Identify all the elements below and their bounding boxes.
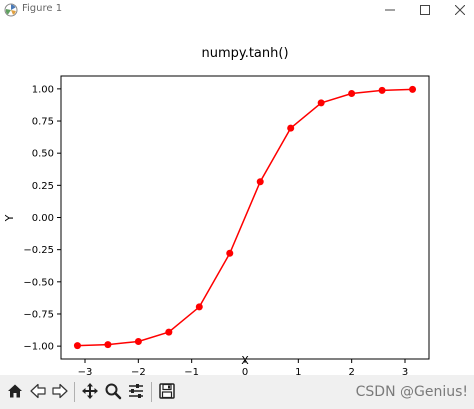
save-button[interactable] [156,380,178,402]
x-axis-label: X [241,354,249,367]
y-tick-label: −0.50 [23,277,54,288]
home-button[interactable] [4,380,26,402]
toolbar-separator [74,382,75,402]
y-tick-label: 1.00 [32,84,54,95]
back-button[interactable] [27,380,49,402]
y-tick-label: 0.00 [32,213,54,224]
y-tick-label: −1.00 [23,342,54,353]
data-point [134,338,142,346]
watermark-text: CSDN @Genius! [355,384,468,400]
data-point [195,303,203,311]
arrow-left-icon [30,383,46,399]
x-tick-label: −1 [184,367,199,375]
minimize-button[interactable] [375,0,405,20]
zoom-button[interactable] [102,380,124,402]
close-button[interactable] [445,0,474,20]
data-point [348,89,356,97]
move-icon [82,383,98,399]
data-point [378,86,386,94]
data-point [226,249,234,257]
toolbar-separator [151,382,152,402]
x-tick-label: −2 [131,367,146,375]
y-axis-label: Y [3,214,16,222]
y-tick-label: 0.75 [32,117,54,128]
maximize-icon [420,5,430,15]
y-tick-label: 0.25 [32,181,54,192]
y-tick-label: −0.75 [23,309,54,320]
forward-button[interactable] [49,380,71,402]
figure-canvas[interactable]: numpy.tanh() −3 −2 −1 0 1 2 3 −1.00 −0.75 −0.50 −0… [0,20,474,378]
data-point [165,328,173,336]
data-point [317,99,325,107]
y-tick-label: 0.50 [32,149,54,160]
window-title: Figure 1 [22,3,63,14]
pan-button[interactable] [79,380,101,402]
x-tick-label: 0 [242,367,248,375]
data-point [256,178,264,186]
minimize-icon [385,9,395,11]
x-tick-label: 1 [295,367,301,375]
data-point [409,85,417,93]
close-icon [455,5,465,15]
x-tick-label: 2 [348,367,354,375]
x-tick-label: 3 [402,367,408,375]
window-titlebar: Figure 1 [0,0,474,20]
x-tick-label: −3 [78,367,93,375]
chart-title: numpy.tanh() [201,46,288,61]
data-point [73,342,81,350]
arrow-right-icon [52,383,68,399]
tanh-line-chart: numpy.tanh() −3 −2 −1 0 1 2 3 −1.00 −0.75 −0.50 −0… [3,46,430,378]
sliders-icon [129,384,143,398]
matplotlib-logo-icon [4,3,18,17]
floppy-disk-icon [159,383,175,399]
y-tick-label: −0.25 [23,245,54,256]
data-point [287,124,295,132]
home-icon [8,384,22,398]
data-point [104,341,112,349]
maximize-button[interactable] [410,0,440,20]
magnifier-icon [105,383,122,400]
subplots-button[interactable] [125,380,147,402]
